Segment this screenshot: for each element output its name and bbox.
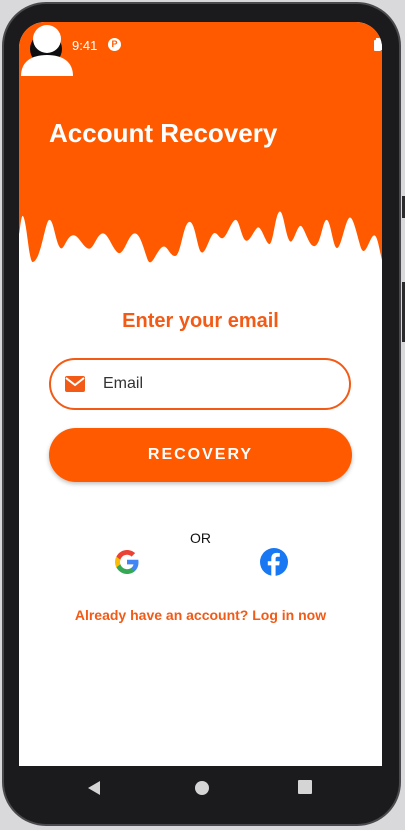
mail-icon bbox=[65, 376, 85, 392]
or-divider: OR bbox=[190, 530, 211, 546]
facebook-icon[interactable] bbox=[259, 547, 289, 577]
email-input[interactable] bbox=[103, 372, 333, 396]
system-nav-bar bbox=[19, 766, 382, 810]
page-title: Account Recovery bbox=[49, 118, 278, 148]
device-frame: 9:41 P Account Recovery Enter your email… bbox=[0, 0, 405, 830]
back-icon[interactable] bbox=[87, 780, 101, 796]
recovery-button[interactable]: RECOVERY bbox=[49, 428, 352, 482]
google-icon[interactable] bbox=[112, 547, 142, 577]
app-screen: 9:41 P Account Recovery Enter your email… bbox=[19, 22, 382, 766]
header-banner: 9:41 P Account Recovery bbox=[19, 22, 382, 282]
form-heading: Enter your email bbox=[122, 310, 279, 332]
recents-icon[interactable] bbox=[298, 780, 312, 794]
email-field[interactable] bbox=[49, 358, 351, 410]
app-notification-icon: P bbox=[108, 38, 121, 51]
battery-icon bbox=[374, 38, 381, 51]
user-avatar-icon bbox=[21, 25, 73, 76]
status-time: 9:41 bbox=[72, 38, 98, 53]
login-link[interactable]: Already have an account? Log in now bbox=[19, 607, 382, 623]
home-icon[interactable] bbox=[194, 780, 210, 796]
